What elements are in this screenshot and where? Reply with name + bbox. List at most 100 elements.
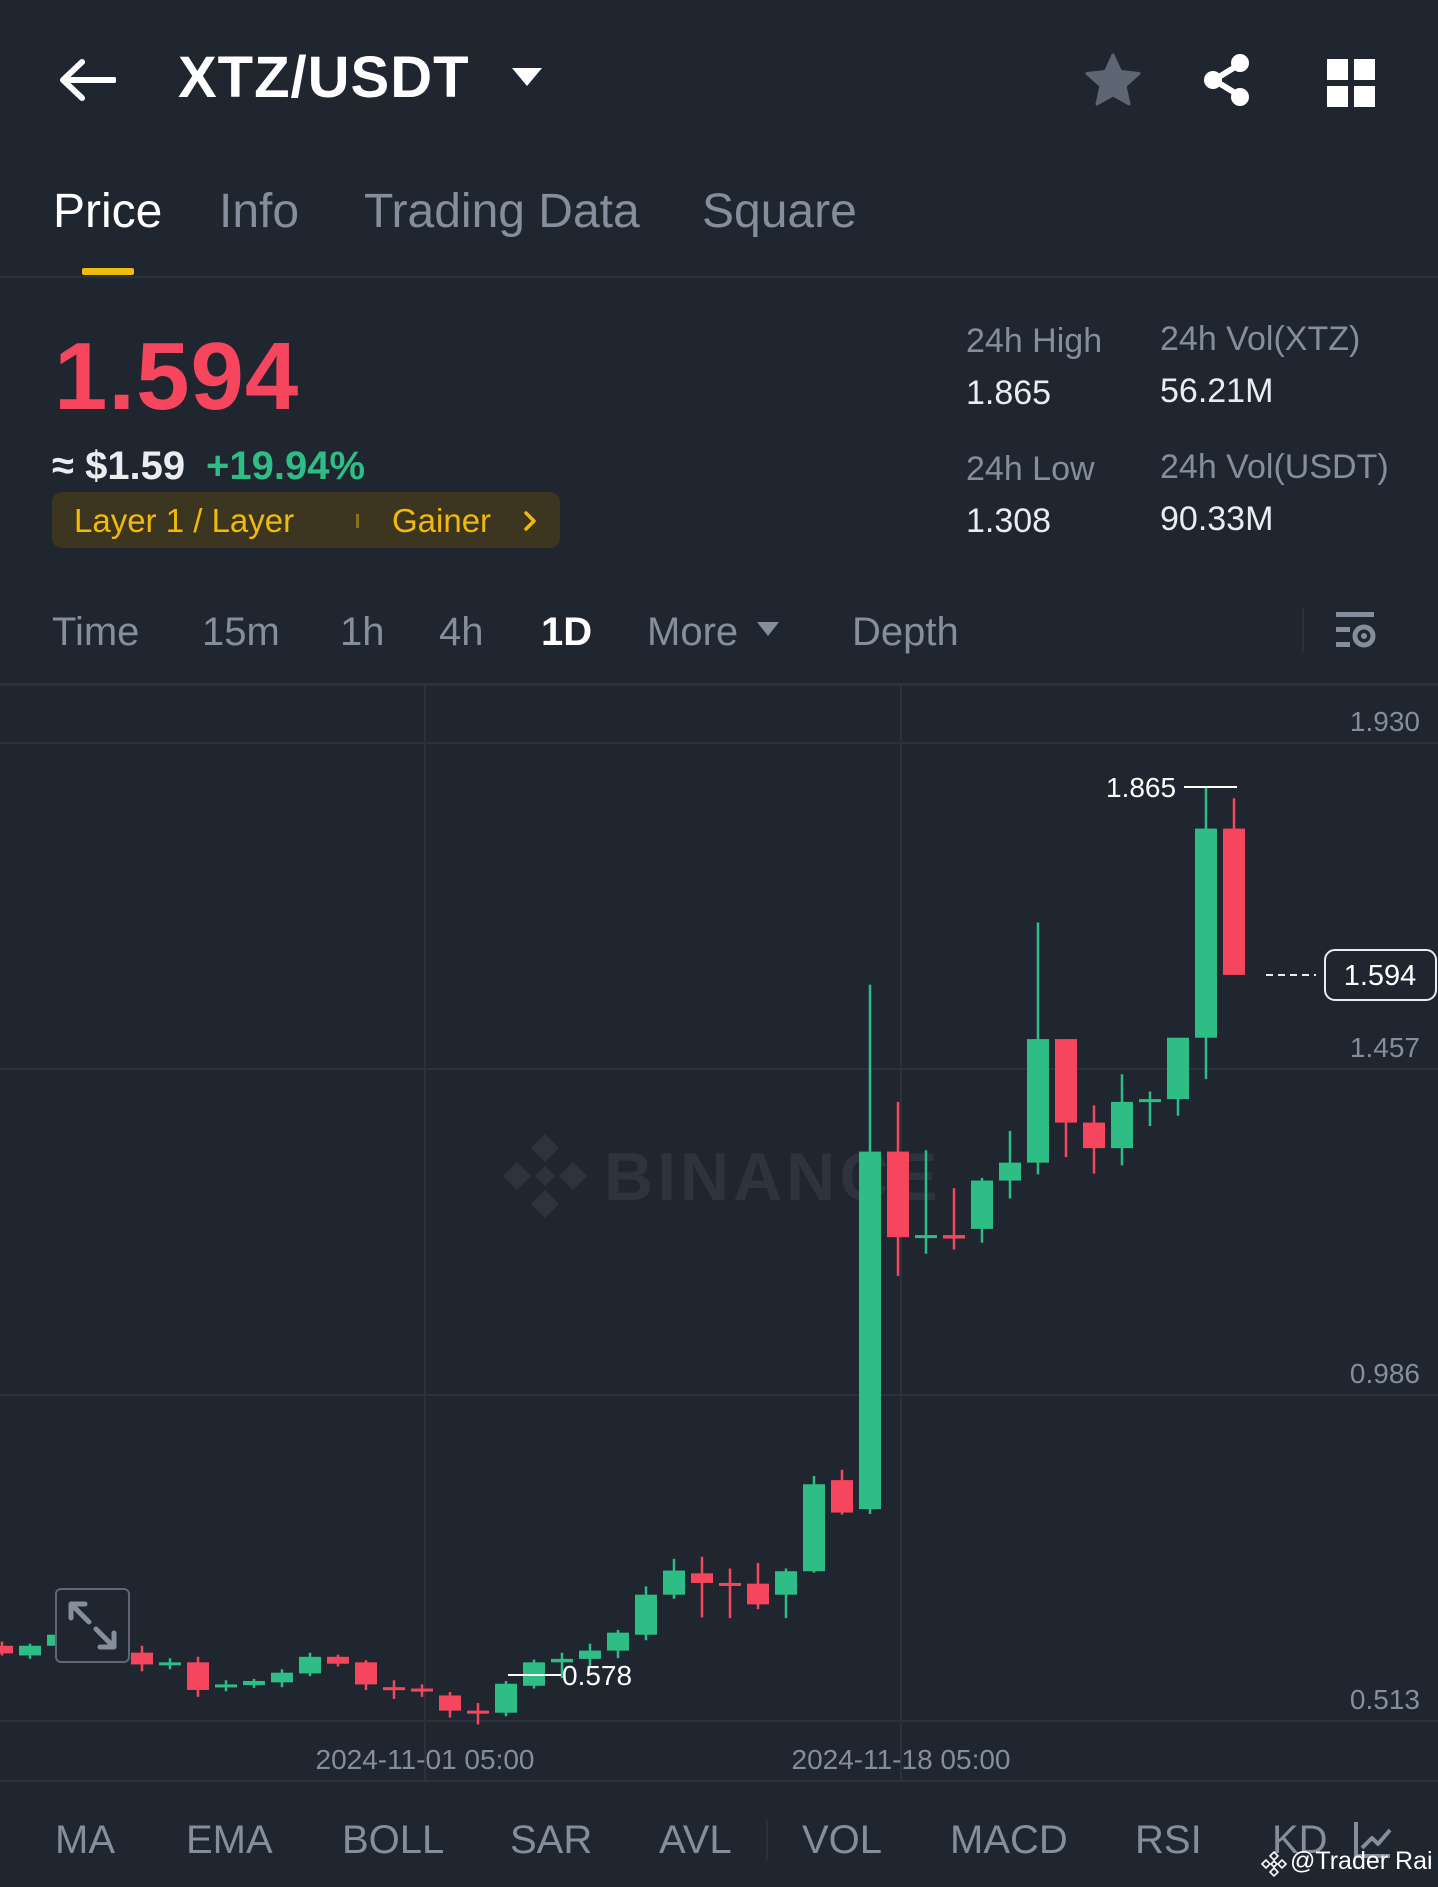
candle-body: [579, 1650, 601, 1659]
candle-body: [299, 1656, 321, 1674]
candle-body: [887, 1151, 909, 1238]
candle-body: [495, 1683, 517, 1713]
candle-body: [19, 1645, 41, 1656]
candle-body: [663, 1570, 685, 1595]
candle-body: [271, 1672, 293, 1683]
x-tick-label: 2024-11-01 05:00: [316, 1744, 535, 1775]
candle-body: [943, 1235, 965, 1239]
star-icon[interactable]: [1084, 52, 1142, 108]
indicator-rsi[interactable]: RSI: [1135, 1818, 1202, 1863]
chevron-right-icon: [524, 511, 536, 531]
high-24h-label: 24h High: [966, 322, 1103, 360]
candle-body: [1167, 1037, 1189, 1100]
high-24h-value: 1.865: [966, 374, 1052, 412]
timeframe-more[interactable]: More: [647, 610, 738, 655]
timeframe-1h[interactable]: 1h: [340, 610, 385, 655]
depth-tab[interactable]: Depth: [852, 610, 959, 655]
indicator-ema[interactable]: EMA: [186, 1818, 273, 1863]
vol-quote-value: 90.33M: [1160, 500, 1274, 538]
y-tick-label: 1.457: [1350, 1032, 1420, 1063]
timeframe-1d[interactable]: 1D: [541, 610, 592, 655]
candle-body: [243, 1680, 265, 1686]
fullscreen-button[interactable]: [55, 1588, 130, 1663]
candle-body: [635, 1594, 657, 1635]
indicator-macd[interactable]: MACD: [950, 1818, 1068, 1863]
change-percent: +19.94%: [206, 444, 366, 488]
y-axis: 1.930 1.457 0.986 0.513: [1350, 706, 1420, 1715]
candlestick-chart[interactable]: BINANCE 1.865 0.578 1.594 1.930 1.457 0.…: [0, 686, 1438, 1780]
low-24h-label: 24h Low: [966, 450, 1095, 488]
divider: [1302, 608, 1304, 652]
timeframe-15m[interactable]: 15m: [202, 610, 280, 655]
indicator-avl[interactable]: AVL: [659, 1818, 732, 1863]
caret-down-icon[interactable]: [510, 66, 544, 88]
candle-body: [775, 1571, 797, 1595]
candle-body: [1055, 1039, 1077, 1123]
indicator-sar[interactable]: SAR: [510, 1818, 592, 1863]
x-axis: 2024-11-01 05:00 2024-11-18 05:00: [316, 1744, 1011, 1775]
candle-body: [0, 1645, 13, 1654]
indicator-boll[interactable]: BOLL: [342, 1818, 444, 1863]
candle-body: [607, 1632, 629, 1651]
candle-body: [747, 1583, 769, 1605]
tab-trading-data[interactable]: Trading Data: [364, 184, 640, 239]
gainer-tag-label: Gainer: [392, 502, 492, 539]
divider: [766, 1820, 768, 1860]
share-icon[interactable]: [1200, 52, 1254, 108]
category-tag-label: Layer 1 / Layer: [74, 502, 295, 539]
candle-body: [131, 1652, 153, 1665]
caret-down-icon[interactable]: [756, 621, 780, 637]
current-price-label: 1.594: [1344, 960, 1417, 992]
candles: [0, 787, 1245, 1725]
candle-body: [1139, 1099, 1161, 1103]
candle-body: [159, 1662, 181, 1666]
y-tick-label: 1.930: [1350, 706, 1420, 737]
candle-body: [971, 1180, 993, 1229]
back-arrow-icon[interactable]: [58, 58, 116, 102]
last-price: 1.594: [54, 323, 300, 430]
candle-body: [467, 1710, 489, 1714]
indicator-vol[interactable]: VOL: [802, 1818, 882, 1863]
candle-body: [1223, 828, 1245, 975]
divider: [0, 1780, 1438, 1782]
chart-settings-icon[interactable]: [1334, 608, 1376, 652]
credit-text: @Trader Rai: [1290, 1847, 1433, 1875]
candle-body: [327, 1656, 349, 1664]
grid-icon[interactable]: [1326, 58, 1376, 108]
candle-body: [859, 1151, 881, 1510]
low-24h-value: 1.308: [966, 502, 1052, 540]
binance-logo-icon: [1260, 1850, 1288, 1878]
vol-base-value: 56.21M: [1160, 372, 1274, 410]
y-tick-label: 0.513: [1350, 1684, 1420, 1715]
vol-quote-label: 24h Vol(USDT): [1160, 448, 1389, 486]
candle-body: [1027, 1039, 1049, 1163]
tab-price[interactable]: Price: [53, 184, 162, 239]
x-tick-label: 2024-11-18 05:00: [792, 1744, 1011, 1775]
pair-title[interactable]: XTZ/USDT: [178, 44, 470, 111]
vol-base-label: 24h Vol(XTZ): [1160, 320, 1361, 358]
candle-body: [1083, 1122, 1105, 1149]
candle-body: [187, 1662, 209, 1690]
high-annotation: 1.865: [1106, 772, 1176, 803]
candle-body: [439, 1695, 461, 1711]
candle-body: [915, 1235, 937, 1239]
candle-body: [215, 1684, 237, 1688]
active-tab-indicator: [82, 268, 134, 275]
chart-grid: [0, 686, 1438, 1780]
candle-body: [719, 1582, 741, 1586]
chart-annotations: 1.865 0.578 1.594: [508, 772, 1437, 1691]
tag-separator: [356, 514, 359, 528]
y-tick-label: 0.986: [1350, 1358, 1420, 1389]
indicator-ma[interactable]: MA: [55, 1818, 115, 1863]
tab-square[interactable]: Square: [702, 184, 857, 239]
candle-body: [803, 1484, 825, 1572]
candle-body: [691, 1573, 713, 1583]
candle-body: [411, 1688, 433, 1692]
low-annotation: 0.578: [562, 1660, 632, 1691]
timeframe-4h[interactable]: 4h: [439, 610, 484, 655]
tab-info[interactable]: Info: [219, 184, 299, 239]
timeframe-time[interactable]: Time: [52, 610, 139, 655]
candle-body: [1111, 1101, 1133, 1149]
candle-body: [1195, 828, 1217, 1038]
candle-body: [999, 1162, 1021, 1181]
